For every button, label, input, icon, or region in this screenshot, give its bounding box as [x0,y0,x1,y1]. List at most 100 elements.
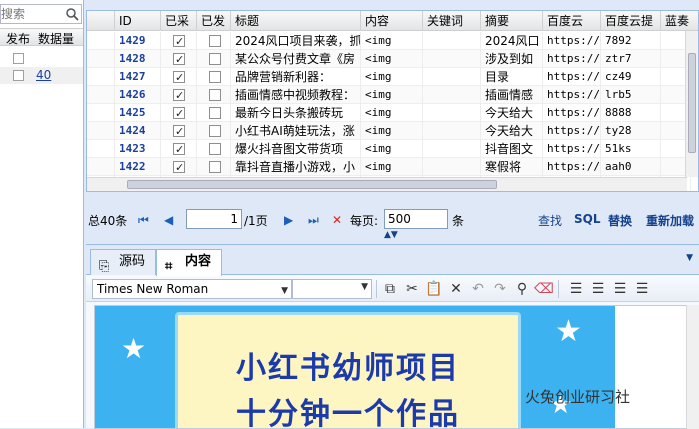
published-cell[interactable] [197,158,231,176]
find-button[interactable]: 查找 [538,212,562,229]
collected-cell[interactable] [161,104,197,122]
collected-cell[interactable] [161,50,197,68]
row-selector[interactable] [87,50,115,68]
left-row[interactable]: 40 [0,67,83,84]
content-cell[interactable]: <img [361,158,423,176]
row-selector[interactable] [87,32,115,50]
content-cell[interactable]: <img [361,86,423,104]
published-cell[interactable] [197,140,231,158]
collected-cell[interactable] [161,68,197,86]
collected-cell[interactable] [161,158,197,176]
id-cell[interactable]: 1428 [115,50,161,68]
id-cell[interactable]: 1423 [115,140,161,158]
summary-cell[interactable]: 涉及到如 [481,50,543,68]
collected-checkbox[interactable] [173,51,185,68]
summary-cell[interactable]: 2024风口 [481,32,543,50]
undo-icon[interactable]: ↶ [468,280,488,298]
baidu-cell[interactable]: https://p [543,104,601,122]
col-header-publish[interactable]: 发布 [6,30,30,47]
horizontal-scrollbar[interactable] [87,177,687,191]
collected-cell[interactable] [161,122,197,140]
collected-checkbox[interactable] [173,69,185,86]
published-checkbox[interactable] [209,143,221,155]
published-checkbox[interactable] [209,125,221,137]
panel-splitter[interactable]: ▲▼ [86,230,699,243]
editor-content[interactable]: ★ ★ ★ 小红书幼师项目 十分钟一个作品 火兔创业研习社 [94,305,688,429]
content-cell[interactable]: <img [361,104,423,122]
code-cell[interactable]: ztr7 [601,50,661,68]
title-cell[interactable]: 品牌营销新利器： [231,68,361,86]
vertical-scroll-thumb[interactable] [688,53,696,153]
left-search-box[interactable] [0,4,82,24]
title-cell[interactable]: 插画情感中视频教程： [231,86,361,104]
col-header-summary[interactable]: 摘要 [481,11,543,31]
row-selector[interactable] [87,158,115,176]
baidu-cell[interactable]: https://p [543,86,601,104]
left-row[interactable] [0,50,83,67]
baidu-cell[interactable]: https://p [543,50,601,68]
published-cell[interactable] [197,50,231,68]
table-row[interactable]: 1422 靠抖音直播小游戏，小<img 寒假将https://paah0 [87,158,691,176]
code-cell[interactable]: 8888 [601,104,661,122]
published-checkbox[interactable] [209,107,221,119]
id-cell[interactable]: 1425 [115,104,161,122]
id-cell[interactable]: 1424 [115,122,161,140]
id-cell[interactable]: 1426 [115,86,161,104]
published-checkbox[interactable] [209,35,221,47]
delete-icon[interactable]: ✕ [446,280,466,298]
col-header-lanzou[interactable]: 蓝奏 [661,11,698,31]
id-cell[interactable]: 1429 [115,32,161,50]
title-cell[interactable]: 最新今日头条搬砖玩 [231,104,361,122]
keywords-cell[interactable] [423,32,481,50]
table-row[interactable]: 1424 小红书AI萌娃玩法，涨<img 今天给大https://pty28 [87,122,691,140]
table-row[interactable]: 1427 品牌营销新利器：<img 目录https://pcz49 [87,68,691,86]
row-selector[interactable] [87,104,115,122]
keywords-cell[interactable] [423,158,481,176]
published-checkbox[interactable] [209,161,221,173]
per-page-input[interactable] [384,209,448,229]
replace-button[interactable]: 替换 [608,212,632,229]
published-checkbox[interactable] [209,89,221,101]
publish-checkbox[interactable] [13,53,24,64]
collected-cell[interactable] [161,140,197,158]
content-cell[interactable]: <img [361,32,423,50]
summary-cell[interactable]: 寒假将 [481,158,543,176]
panel-collapse-icon[interactable]: ▼ [686,253,693,263]
paste-icon[interactable]: 📋 [424,280,444,298]
code-cell[interactable]: 7892 [601,32,661,50]
content-cell[interactable]: <img [361,122,423,140]
summary-cell[interactable]: 今天给大 [481,104,543,122]
row-selector[interactable] [87,140,115,158]
prev-page-icon[interactable]: ◀ [164,213,173,227]
page-number-input[interactable] [186,209,242,229]
keywords-cell[interactable] [423,104,481,122]
title-cell[interactable]: 2024风口项目来袭，抓 [231,32,361,50]
row-selector-header[interactable] [87,11,115,31]
tab-content[interactable]: ⌗ 内容 [156,249,223,276]
col-header-id[interactable]: ID [115,11,161,31]
title-cell[interactable]: 靠抖音直播小游戏，小 [231,158,361,176]
code-cell[interactable]: cz49 [601,68,661,86]
table-row[interactable]: 1425 最新今日头条搬砖玩<img 今天给大https://p8888 [87,104,691,122]
table-row[interactable]: 1428 某公众号付费文章《房<img 涉及到如https://pztr7 [87,50,691,68]
table-row[interactable]: 1423 爆火抖音图文带货项<img 抖音图文https://p51ks [87,140,691,158]
published-checkbox[interactable] [209,71,221,83]
code-cell[interactable]: lrb5 [601,86,661,104]
keywords-cell[interactable] [423,50,481,68]
summary-cell[interactable]: 今天给大 [481,122,543,140]
col-header-published[interactable]: 已发 [197,11,231,31]
keywords-cell[interactable] [423,140,481,158]
published-cell[interactable] [197,86,231,104]
copy-icon[interactable]: ⧉ [380,280,400,298]
next-page-icon[interactable]: ▶ [284,213,293,227]
row-selector[interactable] [87,86,115,104]
title-cell[interactable]: 小红书AI萌娃玩法，涨 [231,122,361,140]
id-cell[interactable]: 1427 [115,68,161,86]
horizontal-scroll-thumb[interactable] [127,180,497,189]
content-cell[interactable]: <img [361,68,423,86]
col-header-collected[interactable]: 已采 [161,11,197,31]
baidu-cell[interactable]: https://p [543,122,601,140]
baidu-cell[interactable]: https://p [543,158,601,176]
collected-checkbox[interactable] [173,87,185,104]
baidu-cell[interactable]: https://p [543,32,601,50]
